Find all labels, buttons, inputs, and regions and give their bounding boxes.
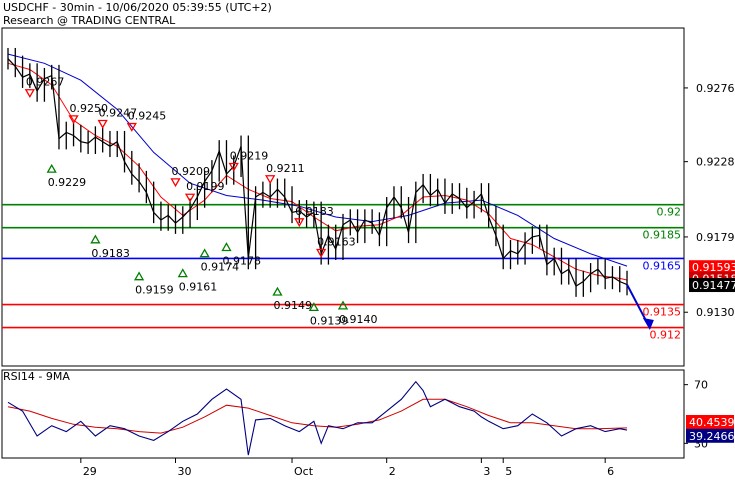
pivot-low-label: 0.9229 xyxy=(48,176,86,189)
level-label: 0.912 xyxy=(650,329,682,342)
pivot-high-marker xyxy=(24,89,35,99)
pivot-high-label: 0.9219 xyxy=(230,149,269,162)
price-tag-label: 0.91477 xyxy=(692,279,735,292)
pivot-low-marker xyxy=(337,300,349,310)
y-tick-label: 0.9228 xyxy=(696,156,735,169)
rsi-tag-label: 39.2466 xyxy=(689,430,735,443)
pivot-low-marker xyxy=(272,286,283,296)
y-tick-label: 0.9276 xyxy=(696,82,735,95)
pivot-high-marker xyxy=(265,175,276,185)
price-chart: 0.9276 0.9228 0.9179 0.9130 0.92 0.9185 0.9165… xyxy=(1,27,735,478)
x-tick-label: 3 xyxy=(483,465,490,478)
rsi-ma-line xyxy=(7,398,628,434)
pivot-high-label: 0.9211 xyxy=(266,162,305,175)
level-label: 0.9185 xyxy=(643,229,682,242)
pivot-high-marker xyxy=(170,178,181,188)
pivot-high-label: 0.9245 xyxy=(128,110,167,123)
pivot-low-label: 0.9159 xyxy=(135,284,174,297)
pivot-low-marker xyxy=(221,242,232,252)
pivot-high-label: 0.9209 xyxy=(172,165,211,178)
pivot-low-label: 0.9140 xyxy=(339,313,378,326)
rsi-tick-label: 70 xyxy=(694,379,708,392)
y-tick-label: 0.9130 xyxy=(696,306,735,319)
x-tick-label: 5 xyxy=(505,465,512,478)
x-tick-label: 2 xyxy=(389,465,396,478)
pivot-low-marker xyxy=(199,248,210,258)
rsi-panel-frame xyxy=(1,369,685,459)
pivot-low-marker xyxy=(133,271,145,281)
pivot-high-marker xyxy=(184,193,196,203)
pivot-high-marker xyxy=(97,119,108,129)
pivot-high-label: 0.9267 xyxy=(26,76,65,89)
pivot-high-label: 0.9199 xyxy=(186,180,225,193)
x-tick-label: 6 xyxy=(607,465,614,478)
level-label: 0.9135 xyxy=(643,306,682,319)
pivot-low-label: 0.9161 xyxy=(179,281,218,294)
level-label: 0.92 xyxy=(657,206,682,219)
rsi-line xyxy=(7,380,628,456)
y-tick-label: 0.9179 xyxy=(696,231,735,244)
pivot-low-marker xyxy=(90,234,101,244)
level-label: 0.9165 xyxy=(643,259,682,272)
pivot-low-label: 0.9149 xyxy=(273,299,312,312)
rsi-title: RSI14 - 9MA xyxy=(3,370,70,383)
pivot-low-label: 0.9178 xyxy=(222,254,261,267)
pivot-low-marker xyxy=(177,268,188,278)
x-tick-label: 30 xyxy=(178,465,192,478)
x-tick-label: Oct xyxy=(294,465,314,478)
x-tick-label: 29 xyxy=(83,465,97,478)
pivot-high-label: 0.9183 xyxy=(295,205,334,218)
pivot-high-label: 0.9163 xyxy=(317,236,356,249)
rsi-tag-label: 40.4539 xyxy=(689,416,735,429)
pivot-low-marker xyxy=(46,163,57,173)
pivot-low-label: 0.9183 xyxy=(91,247,129,260)
